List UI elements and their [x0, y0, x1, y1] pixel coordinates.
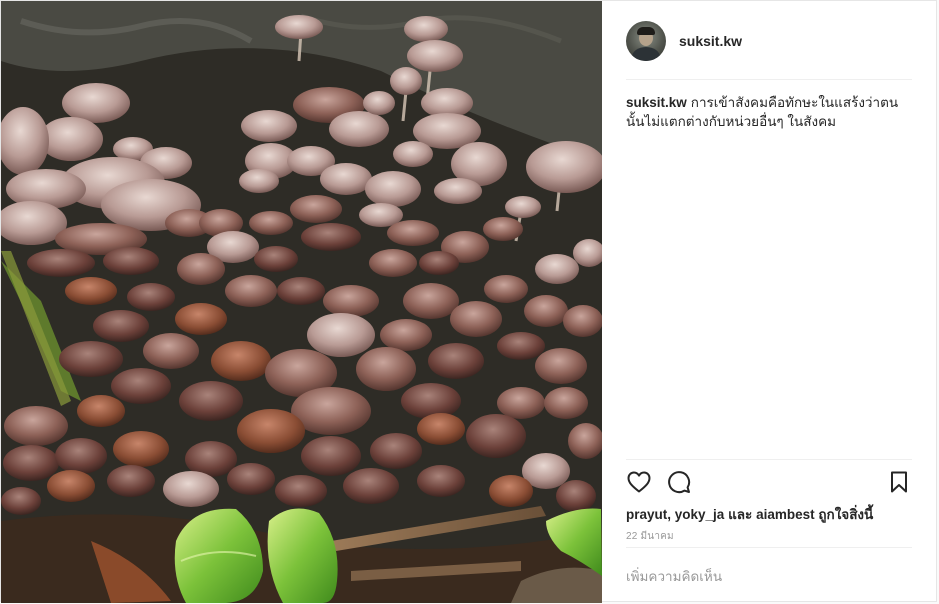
post-side-panel: suksit.kw suksit.kw การเข้าสังคมคือทักษะใ…	[602, 1, 936, 601]
avatar[interactable]	[626, 21, 666, 61]
mushroom-photo	[1, 1, 602, 603]
action-bar	[626, 469, 912, 497]
bookmark-icon	[891, 471, 907, 493]
post-header: suksit.kw	[626, 21, 912, 61]
caption-username-link[interactable]: suksit.kw	[626, 95, 687, 110]
heart-icon	[627, 471, 651, 493]
likes-suffix: ถูกใจสิ่งนี้	[814, 507, 874, 522]
post-caption: suksit.kw การเข้าสังคมคือทักษะในแสร้งว่าต…	[626, 93, 914, 131]
liker-link-prayut[interactable]: prayut	[626, 507, 667, 522]
likes-and: และ	[724, 507, 757, 522]
comment-button[interactable]	[666, 469, 692, 495]
post-date[interactable]: 22 มีนาคม	[626, 529, 674, 544]
instagram-post: suksit.kw suksit.kw การเข้าสังคมคือทักษะใ…	[0, 0, 937, 603]
comment-input[interactable]	[626, 559, 912, 593]
header-divider	[626, 79, 912, 80]
liker-link-yoky-ja[interactable]: yoky_ja	[675, 507, 725, 522]
comment-divider	[626, 547, 912, 548]
header-username-link[interactable]: suksit.kw	[679, 33, 742, 49]
avatar-body-shape	[632, 47, 660, 61]
liker-link-aiambest[interactable]: aiambest	[756, 507, 815, 522]
likes-separator: ,	[667, 507, 675, 522]
avatar-hair-shape	[637, 27, 655, 35]
speech-bubble-icon	[668, 471, 691, 494]
actions-divider	[626, 459, 912, 460]
save-button[interactable]	[886, 469, 912, 495]
post-photo[interactable]	[1, 1, 602, 603]
likes-summary: prayut, yoky_ja และ aiambest ถูกใจสิ่งนี…	[626, 503, 916, 525]
like-button[interactable]	[626, 469, 652, 495]
